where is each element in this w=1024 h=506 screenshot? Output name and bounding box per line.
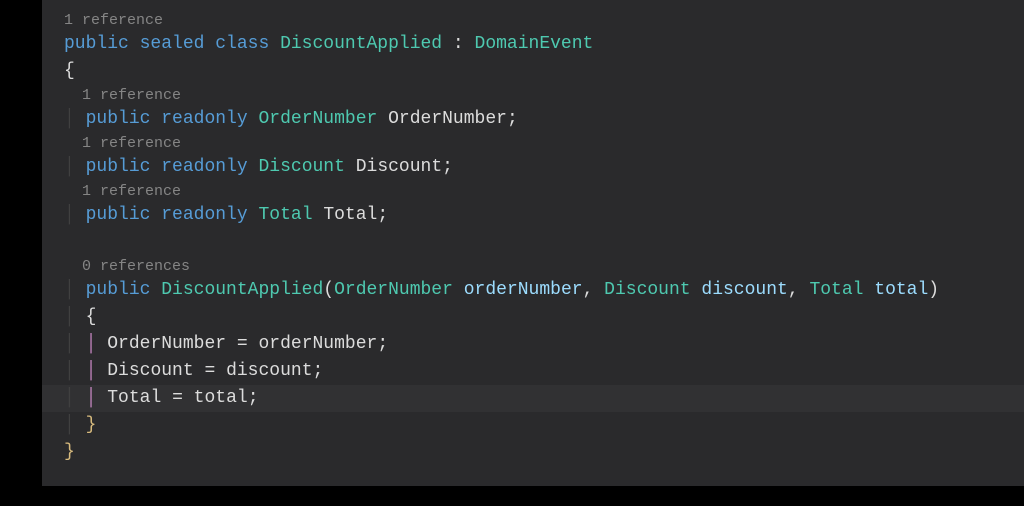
codelens-field[interactable]: 1 reference (64, 133, 1024, 154)
field-name: Total (323, 205, 377, 225)
param-name: discount (701, 280, 787, 300)
code-line: } (64, 439, 1024, 466)
codelens-class[interactable]: 1 reference (64, 10, 1024, 31)
indent-guide: │ (64, 307, 75, 327)
comma: , (788, 280, 810, 300)
param-type: Total (809, 280, 863, 300)
class-name: DiscountApplied (280, 34, 442, 54)
field-type: Discount (258, 157, 344, 177)
codelens-field[interactable]: 1 reference (64, 85, 1024, 106)
comma: , (583, 280, 605, 300)
close-brace: } (64, 442, 75, 462)
keyword-public: public (64, 34, 129, 54)
constructor-name: DiscountApplied (161, 280, 323, 300)
codelens-ctor[interactable]: 0 references (64, 256, 1024, 277)
blank-line (64, 229, 1024, 256)
semicolon: ; (442, 157, 453, 177)
indent-guide: │ (86, 388, 97, 408)
field-type: Total (258, 205, 312, 225)
param-type: OrderNumber (334, 280, 453, 300)
assign-right: orderNumber (258, 334, 377, 354)
code-line: │ public readonly OrderNumber OrderNumbe… (64, 106, 1024, 133)
equals: = (194, 361, 226, 381)
indent-guide: │ (64, 415, 75, 435)
indent-guide: │ (64, 205, 75, 225)
assign-left: Discount (107, 361, 193, 381)
code-line: │ } (64, 412, 1024, 439)
code-line-active: │ │ Total = total; (42, 385, 1024, 412)
colon: : (442, 34, 474, 54)
code-line: │ │ Discount = discount; (64, 358, 1024, 385)
keyword-public: public (86, 157, 151, 177)
semicolon: ; (313, 361, 324, 381)
rparen: ) (928, 280, 939, 300)
code-line: public sealed class DiscountApplied : Do… (64, 31, 1024, 58)
codelens-field[interactable]: 1 reference (64, 181, 1024, 202)
keyword-public: public (86, 109, 151, 129)
indent-guide: │ (64, 388, 75, 408)
code-line: { (64, 58, 1024, 85)
field-type: OrderNumber (258, 109, 377, 129)
assign-left: Total (107, 388, 161, 408)
keyword-class: class (215, 34, 269, 54)
assign-left: OrderNumber (107, 334, 226, 354)
indent-guide: │ (64, 280, 75, 300)
indent-guide: │ (86, 334, 97, 354)
assign-right: discount (226, 361, 312, 381)
indent-guide: │ (64, 157, 75, 177)
keyword-public: public (86, 280, 151, 300)
code-line: │ public readonly Total Total; (64, 202, 1024, 229)
semicolon: ; (507, 109, 518, 129)
keyword-readonly: readonly (161, 205, 247, 225)
code-line: │ { (64, 304, 1024, 331)
field-name: Discount (356, 157, 442, 177)
indent-guide: │ (64, 334, 75, 354)
code-line: │ public readonly Discount Discount; (64, 154, 1024, 181)
keyword-readonly: readonly (161, 109, 247, 129)
equals: = (161, 388, 193, 408)
base-class: DomainEvent (475, 34, 594, 54)
open-brace: { (86, 307, 97, 327)
semicolon: ; (377, 334, 388, 354)
lparen: ( (323, 280, 334, 300)
close-brace: } (86, 415, 97, 435)
param-name: orderNumber (464, 280, 583, 300)
keyword-sealed: sealed (140, 34, 205, 54)
param-type: Discount (604, 280, 690, 300)
code-editor[interactable]: 1 reference public sealed class Discount… (42, 0, 1024, 486)
field-name: OrderNumber (388, 109, 507, 129)
code-line: │ │ OrderNumber = orderNumber; (64, 331, 1024, 358)
semicolon: ; (377, 205, 388, 225)
keyword-public: public (86, 205, 151, 225)
indent-guide: │ (64, 109, 75, 129)
assign-right: total (194, 388, 248, 408)
indent-guide: │ (64, 361, 75, 381)
param-name: total (874, 280, 928, 300)
code-line: │ public DiscountApplied(OrderNumber ord… (64, 277, 1024, 304)
equals: = (226, 334, 258, 354)
open-brace: { (64, 61, 75, 81)
indent-guide: │ (86, 361, 97, 381)
keyword-readonly: readonly (161, 157, 247, 177)
semicolon: ; (248, 388, 259, 408)
